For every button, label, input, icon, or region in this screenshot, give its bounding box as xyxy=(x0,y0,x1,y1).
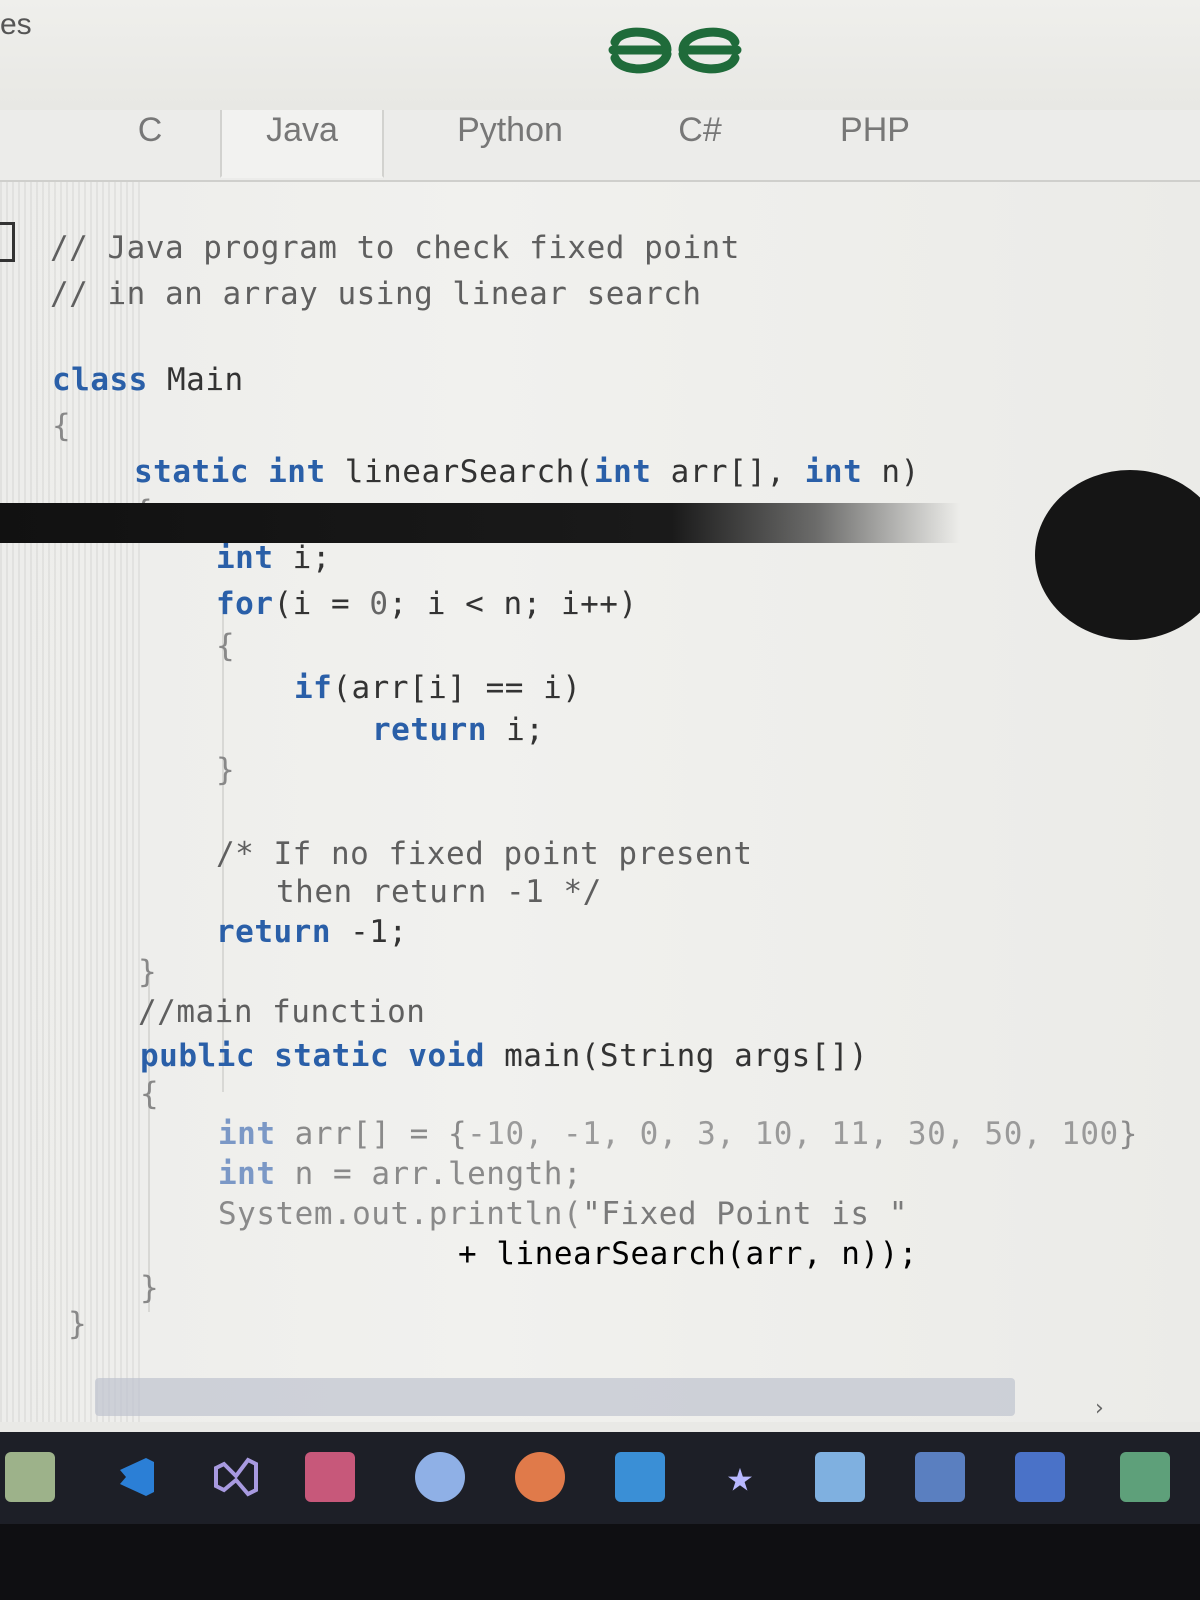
horizontal-scrollbar[interactable] xyxy=(95,1378,1015,1416)
excel-icon[interactable] xyxy=(1120,1452,1170,1502)
top-bar: es xyxy=(0,0,1200,110)
class-name: Main xyxy=(147,362,244,398)
code-line-24: } xyxy=(140,1270,160,1306)
code-line-16: } xyxy=(138,954,158,990)
code-line-3: class Main xyxy=(52,362,244,398)
notepad-icon[interactable] xyxy=(5,1452,55,1502)
visual-studio-icon[interactable] xyxy=(210,1452,260,1502)
word-icon[interactable] xyxy=(1015,1452,1065,1502)
line-gutter xyxy=(0,182,40,1422)
tab-label: PHP xyxy=(840,111,910,149)
taskbar: ★ xyxy=(0,1432,1200,1524)
code-line-4: { xyxy=(52,408,72,444)
code-line-25: } xyxy=(68,1306,88,1342)
tab-label: Python xyxy=(457,111,563,149)
firefox-icon[interactable] xyxy=(515,1452,565,1502)
code-line-7: int i; xyxy=(216,540,331,576)
chrome-icon[interactable] xyxy=(415,1452,465,1502)
code-line-19: { xyxy=(140,1076,160,1112)
code-editor[interactable]: // Java program to check fixed point // … xyxy=(0,182,1200,1422)
code-line-12: } xyxy=(216,752,236,788)
code-line-23: + linearSearch(arr, n)); xyxy=(458,1236,918,1272)
code-line-22: System.out.println("Fixed Point is " xyxy=(218,1196,908,1232)
code-line-1: // Java program to check fixed point xyxy=(50,230,740,266)
tab-php[interactable]: PHP xyxy=(810,110,940,176)
top-left-text: es xyxy=(0,8,32,41)
code-line-15: return -1; xyxy=(216,914,408,950)
code-line-21: int n = arr.length; xyxy=(218,1156,583,1192)
fold-marker[interactable] xyxy=(0,222,15,262)
vscode-icon[interactable] xyxy=(110,1452,160,1502)
monitor-bezel xyxy=(0,1524,1200,1600)
screen-smudge xyxy=(0,503,960,543)
code-line-2: // in an array using linear search xyxy=(50,276,702,312)
code-line-8: for(i = 0; i < n; i++) xyxy=(216,586,638,622)
code-line-9: { xyxy=(216,628,236,664)
code-line-11: return i; xyxy=(372,712,545,748)
code-line-10: if(arr[i] == i) xyxy=(294,670,582,706)
scroll-right-icon[interactable]: › xyxy=(1095,1396,1104,1421)
tab-label: C# xyxy=(678,111,722,149)
access-icon[interactable] xyxy=(305,1452,355,1502)
app-window-icon[interactable] xyxy=(915,1452,965,1502)
kw-class: class xyxy=(52,362,148,398)
language-tabs: C Java Python C# PHP xyxy=(0,110,1200,182)
code-line-5: static int linearSearch(int arr[], int n… xyxy=(134,454,920,490)
tab-label: C xyxy=(137,111,163,149)
tab-java[interactable]: Java xyxy=(220,110,384,178)
geeksforgeeks-logo[interactable] xyxy=(605,20,745,80)
star-icon[interactable]: ★ xyxy=(715,1452,765,1502)
publisher-icon[interactable] xyxy=(815,1452,865,1502)
tab-csharp[interactable]: C# xyxy=(640,110,760,176)
refresh-app-icon[interactable] xyxy=(615,1452,665,1502)
code-line-20: int arr[] = {-10, -1, 0, 3, 10, 11, 30, … xyxy=(218,1116,1138,1152)
tab-label: Java xyxy=(266,111,338,149)
code-line-14: then return -1 */ xyxy=(276,874,602,910)
tab-c[interactable]: C xyxy=(80,110,220,176)
tab-python[interactable]: Python xyxy=(420,110,600,176)
code-line-17: //main function xyxy=(138,994,426,1030)
code-line-18: public static void main(String args[]) xyxy=(140,1038,869,1074)
code-line-13: /* If no fixed point present xyxy=(216,836,753,872)
